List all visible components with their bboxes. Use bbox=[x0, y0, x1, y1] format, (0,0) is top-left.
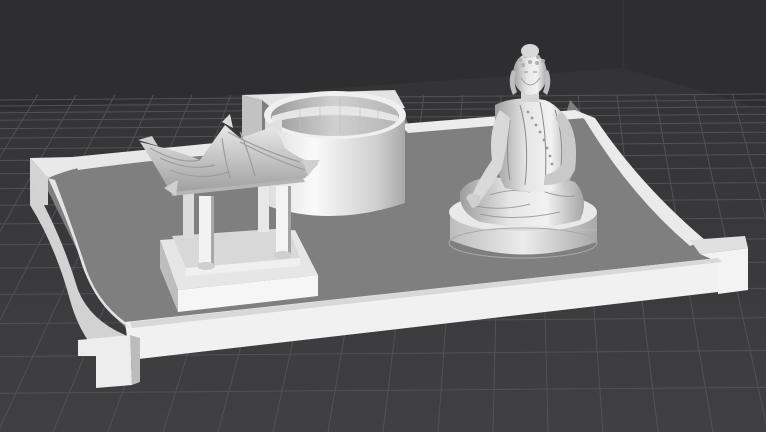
scene-canvas[interactable] bbox=[0, 0, 766, 432]
3d-viewport[interactable] bbox=[0, 0, 766, 432]
